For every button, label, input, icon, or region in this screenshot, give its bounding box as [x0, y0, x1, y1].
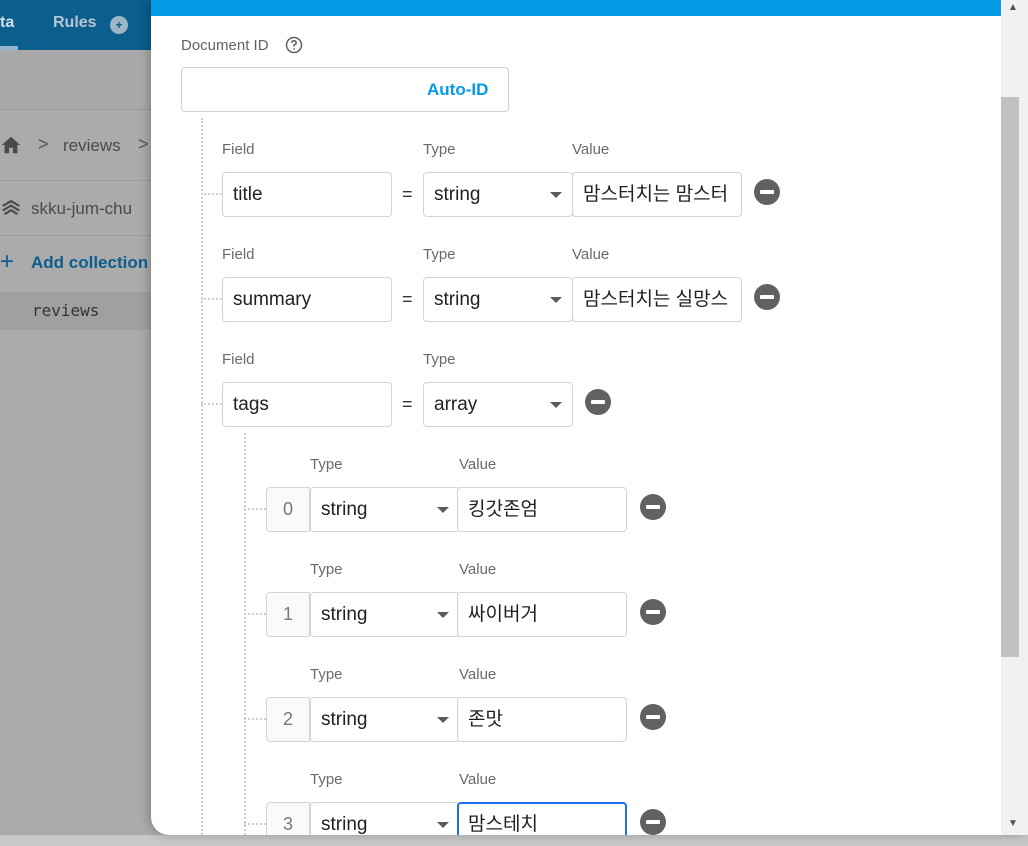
type-label: Type: [310, 456, 343, 473]
value-label: Value: [459, 771, 497, 788]
tree-guide: [244, 508, 266, 510]
window-bottom-edge: [0, 835, 1028, 846]
type-select-value: string: [321, 709, 368, 730]
field-label: Field: [222, 246, 255, 263]
equals-sign: =: [402, 289, 413, 309]
dropdown-arrow-icon: [550, 297, 562, 303]
tab-rules[interactable]: Rules: [53, 14, 97, 32]
field-name-input[interactable]: tags: [222, 382, 392, 427]
equals-sign: =: [402, 394, 413, 414]
equals-sign: =: [402, 184, 413, 204]
type-select[interactable]: string: [423, 277, 573, 322]
help-icon[interactable]: [285, 36, 303, 54]
value-label: Value: [459, 456, 497, 473]
field-label: Field: [222, 351, 255, 368]
value-input[interactable]: 맘스터치는 실망스: [572, 277, 742, 322]
tree-guide: [201, 403, 222, 405]
type-select[interactable]: string: [423, 172, 573, 217]
tree-guide: [244, 718, 266, 720]
tree-guide: [201, 298, 222, 300]
type-select-value: string: [434, 184, 481, 205]
value-input[interactable]: 맘스테치: [457, 802, 627, 835]
scroll-down-arrow[interactable]: ▼: [1008, 818, 1018, 829]
auto-id-button[interactable]: Auto-ID: [427, 80, 488, 100]
type-label: Type: [310, 771, 343, 788]
type-label: Type: [423, 351, 456, 368]
dropdown-arrow-icon: [550, 402, 562, 408]
array-index: 3: [266, 802, 310, 835]
chevron-right-icon: >: [38, 134, 49, 154]
value-input[interactable]: 킹갓존엄: [457, 487, 627, 532]
dropdown-arrow-icon: [437, 507, 449, 513]
value-label: Value: [572, 246, 610, 263]
tree-guide: [201, 118, 203, 835]
chevron-right-icon: >: [138, 134, 149, 154]
type-select[interactable]: string: [310, 802, 460, 835]
remove-item-icon[interactable]: [640, 494, 666, 520]
remove-item-icon[interactable]: [640, 809, 666, 835]
dialog-header-bar: [151, 0, 1001, 16]
tree-guide: [244, 613, 266, 615]
tree-guide: [201, 193, 222, 195]
type-select-value: string: [434, 289, 481, 310]
remove-item-icon[interactable]: [640, 704, 666, 730]
add-document-dialog: ▲ ▼ Document ID Auto-ID Field Type Value…: [151, 0, 1028, 835]
value-input[interactable]: 존맛: [457, 697, 627, 742]
array-index: 1: [266, 592, 310, 637]
value-label: Value: [572, 141, 610, 158]
type-label: Type: [310, 561, 343, 578]
type-select-value: array: [434, 394, 478, 415]
field-label: Field: [222, 141, 255, 158]
type-select[interactable]: string: [310, 592, 460, 637]
type-label: Type: [423, 141, 456, 158]
dropdown-arrow-icon: [437, 612, 449, 618]
tree-guide: [244, 433, 246, 835]
dropdown-arrow-icon: [437, 822, 449, 828]
tree-guide: [244, 823, 266, 825]
type-label: Type: [423, 246, 456, 263]
field-name-input[interactable]: summary: [222, 277, 392, 322]
dropdown-arrow-icon: [550, 192, 562, 198]
scroll-up-arrow[interactable]: ▲: [1008, 2, 1018, 13]
type-label: Type: [310, 666, 343, 683]
value-label: Value: [459, 666, 497, 683]
plus-icon[interactable]: +: [0, 250, 14, 274]
add-collection-button[interactable]: Add collection: [31, 253, 148, 273]
type-select[interactable]: array: [423, 382, 573, 427]
type-select[interactable]: string: [310, 697, 460, 742]
scrollbar-thumb[interactable]: [1001, 97, 1019, 657]
collection-item-label: reviews: [32, 301, 100, 320]
value-label: Value: [459, 561, 497, 578]
remove-item-icon[interactable]: [640, 599, 666, 625]
type-select-value: string: [321, 814, 368, 835]
value-input[interactable]: 싸이버거: [457, 592, 627, 637]
type-select-value: string: [321, 604, 368, 625]
array-index: 2: [266, 697, 310, 742]
field-name-input[interactable]: title: [222, 172, 392, 217]
type-select[interactable]: string: [310, 487, 460, 532]
remove-field-icon[interactable]: [585, 389, 611, 415]
document-id-label: Document ID: [181, 37, 269, 54]
type-select-value: string: [321, 499, 368, 520]
tab-data[interactable]: ta: [0, 14, 14, 32]
project-name: skku-jum-chu: [31, 199, 133, 218]
remove-field-icon[interactable]: [754, 179, 780, 205]
layers-icon: [1, 199, 21, 215]
breadcrumb-reviews[interactable]: reviews: [63, 136, 121, 156]
remove-field-icon[interactable]: [754, 284, 780, 310]
dropdown-arrow-icon: [437, 717, 449, 723]
value-input[interactable]: 맘스터치는 맘스터: [572, 172, 742, 217]
home-icon[interactable]: [0, 134, 22, 156]
rules-badge: +: [110, 16, 128, 34]
array-index: 0: [266, 487, 310, 532]
